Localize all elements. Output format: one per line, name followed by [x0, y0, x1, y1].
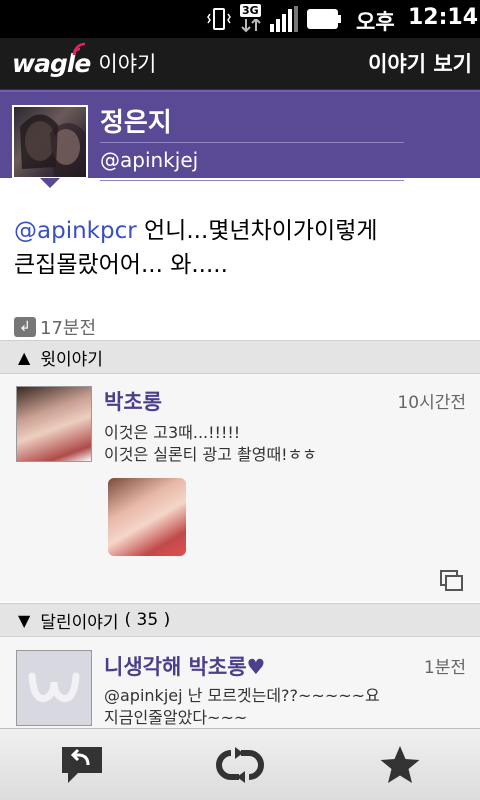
reply-story-line1: @apinkjej 난 모르겟는데??~~~~~요: [104, 686, 380, 705]
wagle-logo: wagle: [12, 42, 91, 78]
vibrate-icon: [207, 8, 231, 30]
status-bar: 3G 오후 12:14: [0, 0, 480, 38]
avatar-photo: [20, 114, 86, 177]
network-3g-icon: 3G: [240, 4, 262, 34]
clock-ampm: 오후: [356, 10, 395, 34]
profile-divider-bottom: [100, 180, 404, 181]
clock-time: 12:14: [408, 5, 479, 30]
post-time-row: ↲ 17분전: [14, 314, 96, 340]
signal-waves-icon: [72, 42, 86, 55]
reply-story-text: @apinkjej 난 모르겟는데??~~~~~요 지금인줄알았다~~~: [104, 685, 380, 728]
mention-link[interactable]: @apinkpcr: [14, 218, 137, 244]
post-text-line1: 언니...몇년차이가이렇게: [136, 218, 378, 244]
collapse-up-icon: ▲: [18, 347, 31, 367]
parent-story-avatar[interactable]: [16, 386, 92, 462]
bottom-action-bar: [0, 728, 480, 800]
section-parent-story[interactable]: ▲ 윗이야기: [0, 340, 480, 374]
rewagle-button[interactable]: [210, 739, 270, 791]
profile-avatar[interactable]: [12, 105, 88, 179]
section-replies[interactable]: ▼ 달린이야기 ( 35 ): [0, 603, 480, 637]
parent-story-line2: 이것은 실론티 광고 촬영때!ㅎㅎ: [104, 445, 318, 464]
reply-story-time: 1분전: [423, 658, 466, 678]
parent-story-text: 이것은 고3때...!!!!! 이것은 실론티 광고 촬영때!ㅎㅎ: [104, 422, 317, 466]
favorite-button[interactable]: [370, 739, 430, 791]
post-time: 17분전: [40, 318, 97, 339]
rewagle-icon: ↲: [14, 317, 36, 337]
reply-button[interactable]: [52, 739, 112, 791]
reply-story-line2: 지금인줄알았다~~~: [104, 708, 248, 727]
reply-story-item[interactable]: 니생각해 박초롱♥ 1분전 @apinkjej 난 모르겟는데??~~~~~요 …: [0, 637, 480, 728]
app-header: wagle 이야기 이야기 보기: [0, 38, 480, 90]
reply-story-name[interactable]: 니생각해 박초롱♥: [104, 651, 265, 681]
section-replies-count: ( 35 ): [124, 610, 171, 630]
expand-down-icon: ▼: [18, 610, 31, 630]
reply-icon: [62, 747, 102, 783]
profile-header[interactable]: 정은지 @apinkjej: [0, 90, 480, 181]
logo-subtitle: 이야기: [98, 52, 157, 76]
attached-photo-thumbnail[interactable]: [108, 478, 186, 556]
gallery-icon[interactable]: [440, 570, 464, 592]
app-logo: wagle 이야기: [12, 42, 157, 78]
wagle-default-avatar-icon: [28, 672, 80, 702]
parent-story-name[interactable]: 박초롱: [104, 386, 162, 416]
retweet-loop-icon: [216, 747, 264, 783]
parent-story-time: 10시간전: [397, 393, 466, 413]
section-parent-label: 윗이야기: [40, 349, 103, 370]
profile-handle: @apinkjej: [100, 148, 199, 172]
post-text-line2: 큰집몰랐어어... 와.....: [14, 252, 228, 278]
status-icons: 3G: [206, 4, 342, 34]
view-stories-button[interactable]: 이야기 보기: [368, 48, 472, 78]
reply-story-avatar[interactable]: [16, 650, 92, 726]
signal-strength-icon: [270, 6, 298, 32]
parent-story-line1: 이것은 고3때...!!!!!: [104, 423, 241, 442]
profile-name: 정은지: [100, 108, 172, 138]
speech-pointer: [40, 178, 60, 188]
star-icon: [380, 746, 420, 783]
section-replies-label: 달린이야기: [40, 612, 119, 633]
battery-icon: [307, 9, 341, 29]
post-message: @apinkpcr 언니...몇년차이가이렇게 큰집몰랐어어... 와.....: [14, 214, 464, 282]
parent-story-item[interactable]: 박초롱 10시간전 이것은 고3때...!!!!! 이것은 실론티 광고 촬영때…: [0, 374, 480, 602]
profile-divider: [100, 142, 404, 143]
